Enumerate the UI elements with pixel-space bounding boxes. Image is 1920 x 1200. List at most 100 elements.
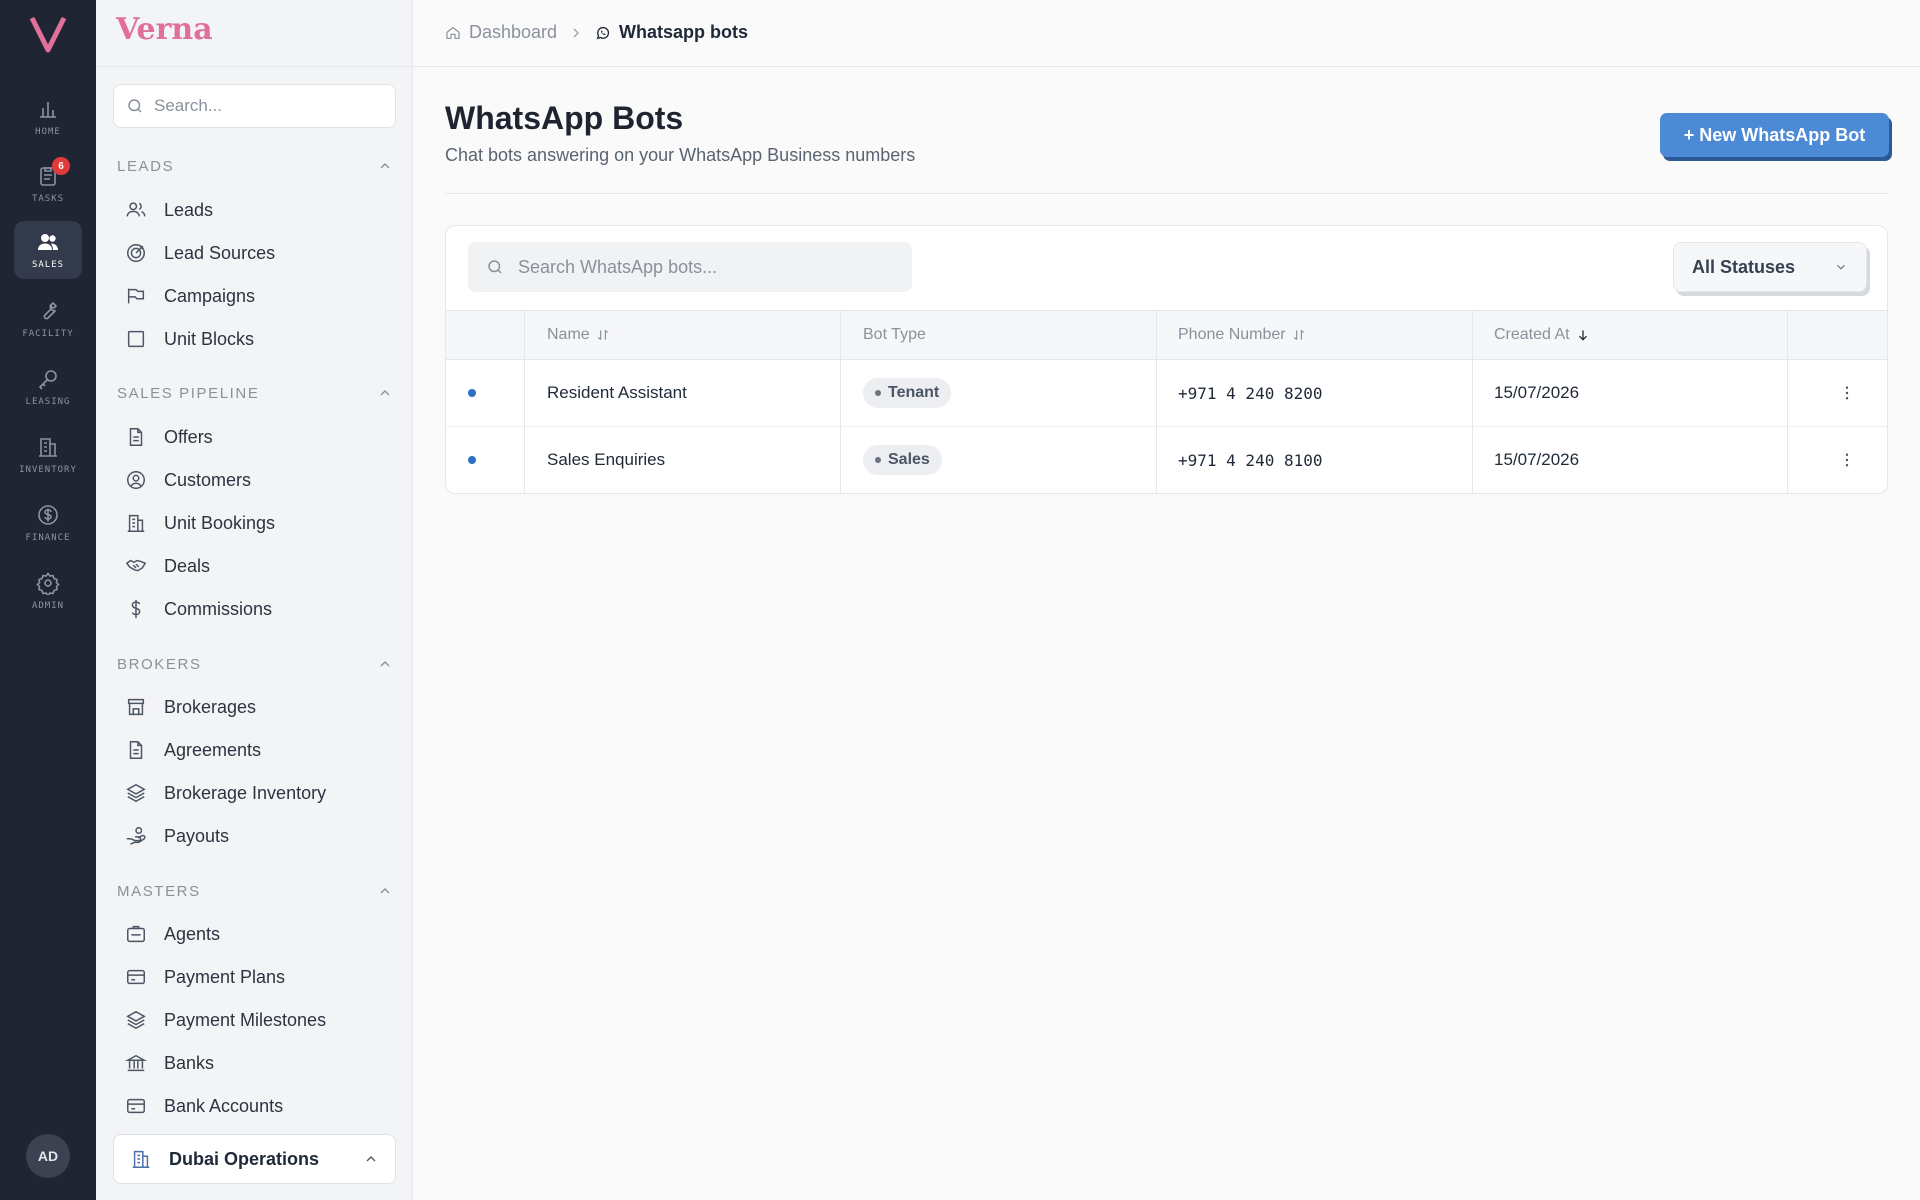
breadcrumb-dashboard[interactable]: Dashboard — [445, 22, 557, 43]
whatsapp-icon — [596, 26, 610, 39]
rail-item-home[interactable]: HOME — [14, 88, 82, 146]
brand-name[interactable]: Verna — [116, 12, 213, 47]
sidebar-item-brokerages[interactable]: Brokerages — [113, 688, 396, 726]
bot-type-badge: Tenant — [863, 378, 952, 408]
organization-name: Dubai Operations — [169, 1148, 320, 1169]
section-title: BROKERS — [117, 655, 202, 673]
nav-label: Unit Blocks — [164, 328, 255, 349]
user-avatar[interactable]: AD — [26, 1134, 70, 1178]
sidebar-item-payment-plans[interactable]: Payment Plans — [113, 958, 396, 996]
created-at-cell: 15/07/2026 — [1494, 450, 1580, 469]
column-header-bot-type: Bot Type — [863, 311, 926, 359]
sidebar-item-payouts[interactable]: Payouts — [113, 817, 396, 855]
sidebar-item-lead-sources[interactable]: Lead Sources — [113, 234, 396, 272]
rail-item-finance[interactable]: FINANCE — [14, 494, 82, 552]
credit-card-icon — [127, 969, 145, 985]
chevron-up-icon — [380, 163, 390, 169]
nav-label: Campaigns — [164, 285, 256, 306]
row-actions-button[interactable] — [1838, 360, 1856, 426]
nav-label: Agreements — [164, 739, 262, 760]
bot-type-label: Tenant — [888, 384, 940, 401]
column-label: Name — [547, 326, 590, 343]
sidebar-item-agents[interactable]: Agents — [113, 915, 396, 953]
rail-item-inventory[interactable]: INVENTORY — [14, 426, 82, 484]
breadcrumb-label: Dashboard — [469, 22, 558, 42]
sidebar-item-agreements[interactable]: Agreements — [113, 731, 396, 769]
building-icon — [132, 1150, 150, 1168]
breadcrumb-current: Whatsapp bots — [595, 22, 748, 43]
nav-label: Deals — [164, 555, 211, 576]
nav-label: Commissions — [164, 598, 273, 619]
sidebar-item-commissions[interactable]: Commissions — [113, 590, 396, 628]
top-bar: Dashboard Whatsapp bots — [413, 0, 1920, 67]
sidebar-search[interactable] — [113, 84, 396, 128]
section-header-brokers[interactable]: BROKERS — [117, 653, 393, 675]
key-icon — [38, 370, 57, 390]
sidebar-item-unit-bookings[interactable]: Unit Bookings — [113, 504, 396, 542]
sidebar-search-input[interactable] — [154, 96, 384, 116]
breadcrumb-label: Whatsapp bots — [619, 22, 748, 42]
main-content: Dashboard Whatsapp bots WhatsApp Bots Ch… — [413, 0, 1920, 1200]
section-header-leads[interactable]: LEADS — [117, 155, 393, 177]
rail-item-sales[interactable]: SALES — [14, 221, 82, 279]
layers-icon — [126, 1010, 146, 1030]
tasks-count-badge: 6 — [52, 157, 70, 175]
nav-label: Offers — [164, 426, 213, 447]
row-actions-button[interactable] — [1838, 427, 1856, 493]
nav-label: Bank Accounts — [164, 1095, 284, 1116]
new-whatsapp-bot-button[interactable]: + New WhatsApp Bot — [1660, 113, 1889, 157]
table-search[interactable] — [468, 242, 912, 292]
chevron-up-icon — [380, 390, 390, 396]
bar-chart-icon — [40, 102, 56, 118]
sidebar-item-leads[interactable]: Leads — [113, 191, 396, 229]
rail-item-tasks[interactable]: 6 TASKS — [14, 155, 82, 213]
name-cell: Sales Enquiries — [547, 450, 666, 469]
chevron-up-icon — [380, 661, 390, 667]
sidebar-item-payment-milestones[interactable]: Payment Milestones — [113, 1001, 396, 1039]
chevron-right-icon — [573, 28, 579, 38]
table-search-input[interactable] — [518, 256, 898, 278]
status-cell — [468, 360, 476, 426]
divider — [445, 193, 1888, 194]
rail-item-leasing[interactable]: LEASING — [14, 358, 82, 416]
rail-item-admin[interactable]: ADMIN — [14, 562, 82, 620]
rail-item-facility[interactable]: FACILITY — [14, 290, 82, 348]
organization-switcher[interactable]: Dubai Operations — [113, 1134, 396, 1184]
nav-label: Brokerage Inventory — [164, 782, 327, 803]
sidebar-item-bank-accounts[interactable]: Bank Accounts — [113, 1087, 396, 1125]
sidebar-item-banks[interactable]: Banks — [113, 1044, 396, 1082]
table-row[interactable]: Sales Enquiries Sales +971 4 240 8100 15… — [446, 427, 1887, 493]
sidebar-item-brokerage-inventory[interactable]: Brokerage Inventory — [113, 774, 396, 812]
status-filter-select[interactable]: All Statuses — [1673, 242, 1867, 292]
sidebar-item-unit-blocks[interactable]: Unit Blocks — [113, 320, 396, 358]
sidebar: Verna LEADS Leads Lead Sources Campaigns… — [96, 0, 413, 1200]
badge-dot — [875, 390, 881, 396]
chevron-up-icon — [366, 1156, 376, 1162]
rail-label: TASKS — [31, 194, 65, 204]
target-icon — [127, 244, 145, 262]
column-header-name[interactable]: Name — [547, 311, 610, 359]
rail-label: ADMIN — [31, 601, 65, 611]
divider — [96, 66, 412, 67]
section-header-sales-pipeline[interactable]: SALES PIPELINE — [117, 382, 393, 404]
page-subtitle: Chat bots answering on your WhatsApp Bus… — [445, 145, 916, 165]
sidebar-item-customers[interactable]: Customers — [113, 461, 396, 499]
nav-label: Payment Milestones — [164, 1009, 327, 1030]
chevron-down-icon — [1837, 264, 1845, 270]
sort-icon — [597, 329, 608, 341]
search-icon — [488, 260, 502, 274]
nav-label: Customers — [164, 469, 252, 490]
sidebar-item-offers[interactable]: Offers — [113, 418, 396, 456]
id-badge-icon — [127, 925, 145, 943]
sidebar-item-campaigns[interactable]: Campaigns — [113, 277, 396, 315]
column-header-phone[interactable]: Phone Number — [1178, 311, 1306, 359]
table-row[interactable]: Resident Assistant Tenant +971 4 240 820… — [446, 360, 1887, 427]
sidebar-item-deals[interactable]: Deals — [113, 547, 396, 585]
store-icon — [127, 698, 145, 716]
column-label: Created At — [1494, 326, 1570, 343]
section-header-masters[interactable]: MASTERS — [117, 880, 393, 902]
column-header-created-at[interactable]: Created At — [1494, 311, 1590, 359]
status-dot — [468, 389, 476, 397]
verna-logo[interactable] — [28, 12, 68, 56]
column-label: Phone Number — [1178, 326, 1286, 343]
